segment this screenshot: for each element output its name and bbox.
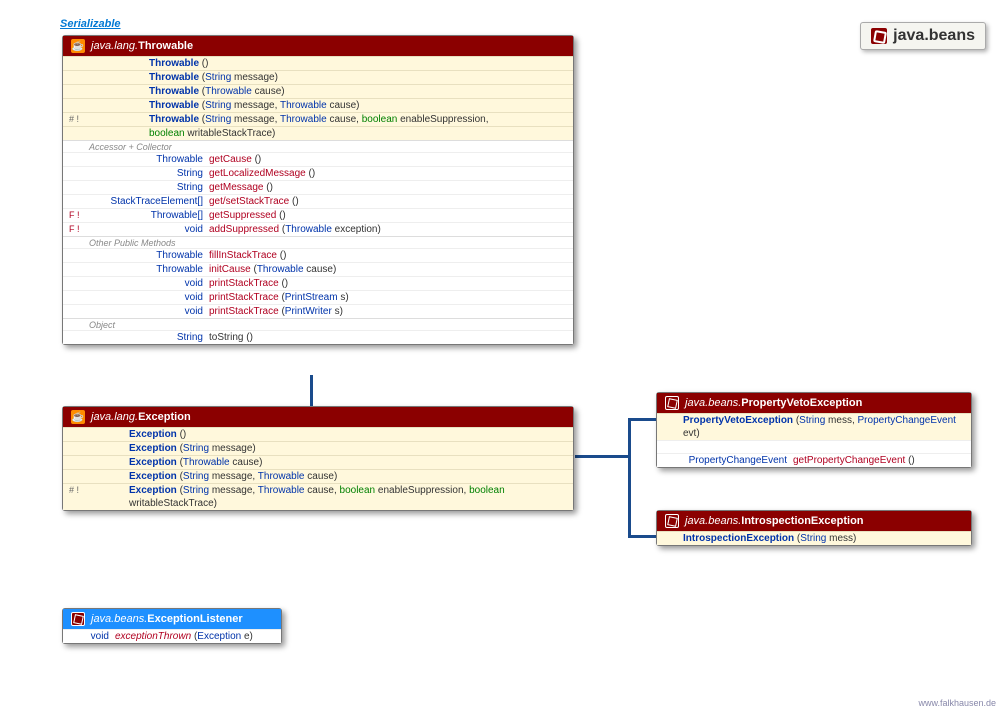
el-classname: ExceptionListener [147, 613, 242, 625]
footer-link[interactable]: www.falkhausen.de [918, 698, 996, 708]
pve-body: PropertyVetoException (String mess, Prop… [657, 413, 971, 467]
throwable-body: Throwable ()Throwable (String message)Th… [63, 56, 573, 344]
constructor-row: PropertyVetoException (String mess, Prop… [657, 413, 971, 440]
method-row: StringtoString () [63, 330, 573, 344]
throwable-header: ☕ java.lang.Throwable [63, 36, 573, 56]
method-row: F !Throwable[]getSuppressed () [63, 208, 573, 222]
constructor-row: Throwable (String message) [63, 70, 573, 84]
connector [575, 455, 630, 458]
beans-class-icon [665, 396, 679, 410]
constructor-row: Throwable () [63, 56, 573, 70]
return-type: Throwable[] [89, 209, 209, 222]
ctor-params: (String mess) [797, 533, 856, 544]
ie-header: java.beans.IntrospectionException [657, 511, 971, 531]
constructor-row: Throwable (String message, Throwable cau… [63, 98, 573, 112]
class-exception: ☕ java.lang.Exception Exception ()Except… [62, 406, 574, 511]
method-row: voidprintStackTrace (PrintWriter s) [63, 304, 573, 318]
el-pkg: java.beans. [91, 613, 147, 625]
return-type: void [89, 223, 209, 236]
method-row: F !voidaddSuppressed (Throwable exceptio… [63, 222, 573, 236]
beans-class-icon [71, 612, 85, 626]
method-row: StringgetLocalizedMessage () [63, 166, 573, 180]
throwable-pkg: java.lang. [91, 40, 138, 52]
return-type: String [89, 167, 209, 180]
package-badge: java.beans [860, 22, 986, 50]
return-type: void [89, 305, 209, 318]
return-type: Throwable [89, 153, 209, 166]
package-name: java.beans [893, 27, 975, 45]
modifier-marker: # ! [69, 113, 89, 126]
el-header: java.beans.ExceptionListener [63, 609, 281, 629]
constructor-row: Exception () [63, 427, 573, 441]
beans-icon [871, 28, 887, 44]
return-type: PropertyChangeEvent [683, 454, 793, 467]
constructor-row: Exception (Throwable cause) [63, 455, 573, 469]
exception-pkg: java.lang. [91, 411, 138, 423]
exception-header: ☕ java.lang.Exception [63, 407, 573, 427]
class-property-veto-exception: java.beans.PropertyVetoException Propert… [656, 392, 972, 468]
method-row: voidexceptionThrown (Exception e) [63, 629, 281, 643]
return-type: void [89, 630, 115, 643]
exception-classname: Exception [138, 411, 191, 423]
method-row: voidprintStackTrace () [63, 276, 573, 290]
ie-pkg: java.beans. [685, 515, 741, 527]
method-name: exceptionThrown [115, 631, 191, 642]
method-params: (Exception e) [194, 631, 253, 642]
constructor-row: IntrospectionException (String mess) [657, 531, 971, 545]
el-body: voidexceptionThrown (Exception e) [63, 629, 281, 643]
section-object: Object [63, 318, 573, 330]
method-row: ThrowablegetCause () [63, 152, 573, 166]
constructor-row: Exception (String message, Throwable cau… [63, 469, 573, 483]
method-name: getPropertyChangeEvent [793, 455, 905, 466]
return-type: void [89, 291, 209, 304]
constructor-row: Exception (String message) [63, 441, 573, 455]
constructor-row: Throwable (Throwable cause) [63, 84, 573, 98]
constructor-row-cont: boolean writableStackTrace) [63, 126, 573, 140]
method-row: ThrowableinitCause (Throwable cause) [63, 262, 573, 276]
method-params: () [908, 455, 915, 466]
throwable-classname: Throwable [138, 40, 193, 52]
return-type: void [89, 277, 209, 290]
connector [628, 535, 656, 538]
spacer-row [657, 440, 971, 453]
method-row: voidprintStackTrace (PrintStream s) [63, 290, 573, 304]
method-row: PropertyChangeEventgetPropertyChangeEven… [657, 453, 971, 467]
modifier-marker: F ! [69, 209, 89, 222]
ie-body: IntrospectionException (String mess) [657, 531, 971, 545]
ie-classname: IntrospectionException [741, 515, 863, 527]
class-introspection-exception: java.beans.IntrospectionException Intros… [656, 510, 972, 546]
serializable-label: Serializable [60, 18, 121, 30]
return-type: String [89, 181, 209, 194]
return-type: StackTraceElement[] [89, 195, 209, 208]
beans-class-icon [665, 514, 679, 528]
return-type: Throwable [89, 263, 209, 276]
class-icon: ☕ [71, 39, 85, 53]
method-row: ThrowablefillInStackTrace () [63, 248, 573, 262]
modifier-marker: F ! [69, 223, 89, 236]
section-accessor: Accessor + Collector [63, 140, 573, 152]
method-row: StackTraceElement[]get/setStackTrace () [63, 194, 573, 208]
constructor-row: # !Exception (String message, Throwable … [63, 483, 573, 510]
constructor-row: # !Throwable (String message, Throwable … [63, 112, 573, 126]
return-type: Throwable [89, 249, 209, 262]
pve-pkg: java.beans. [685, 397, 741, 409]
connector [628, 418, 656, 421]
exception-body: Exception ()Exception (String message)Ex… [63, 427, 573, 510]
modifier-marker: # ! [69, 484, 89, 497]
class-icon: ☕ [71, 410, 85, 424]
class-throwable: ☕ java.lang.Throwable Throwable ()Throwa… [62, 35, 574, 345]
pve-header: java.beans.PropertyVetoException [657, 393, 971, 413]
connector [628, 418, 631, 538]
ctor-name: PropertyVetoException [683, 415, 793, 426]
connector [310, 375, 313, 406]
method-row: StringgetMessage () [63, 180, 573, 194]
ctor-name: IntrospectionException [683, 533, 794, 544]
return-type: String [89, 331, 209, 344]
pve-classname: PropertyVetoException [741, 397, 862, 409]
interface-exception-listener: java.beans.ExceptionListener voidexcepti… [62, 608, 282, 644]
section-other: Other Public Methods [63, 236, 573, 248]
